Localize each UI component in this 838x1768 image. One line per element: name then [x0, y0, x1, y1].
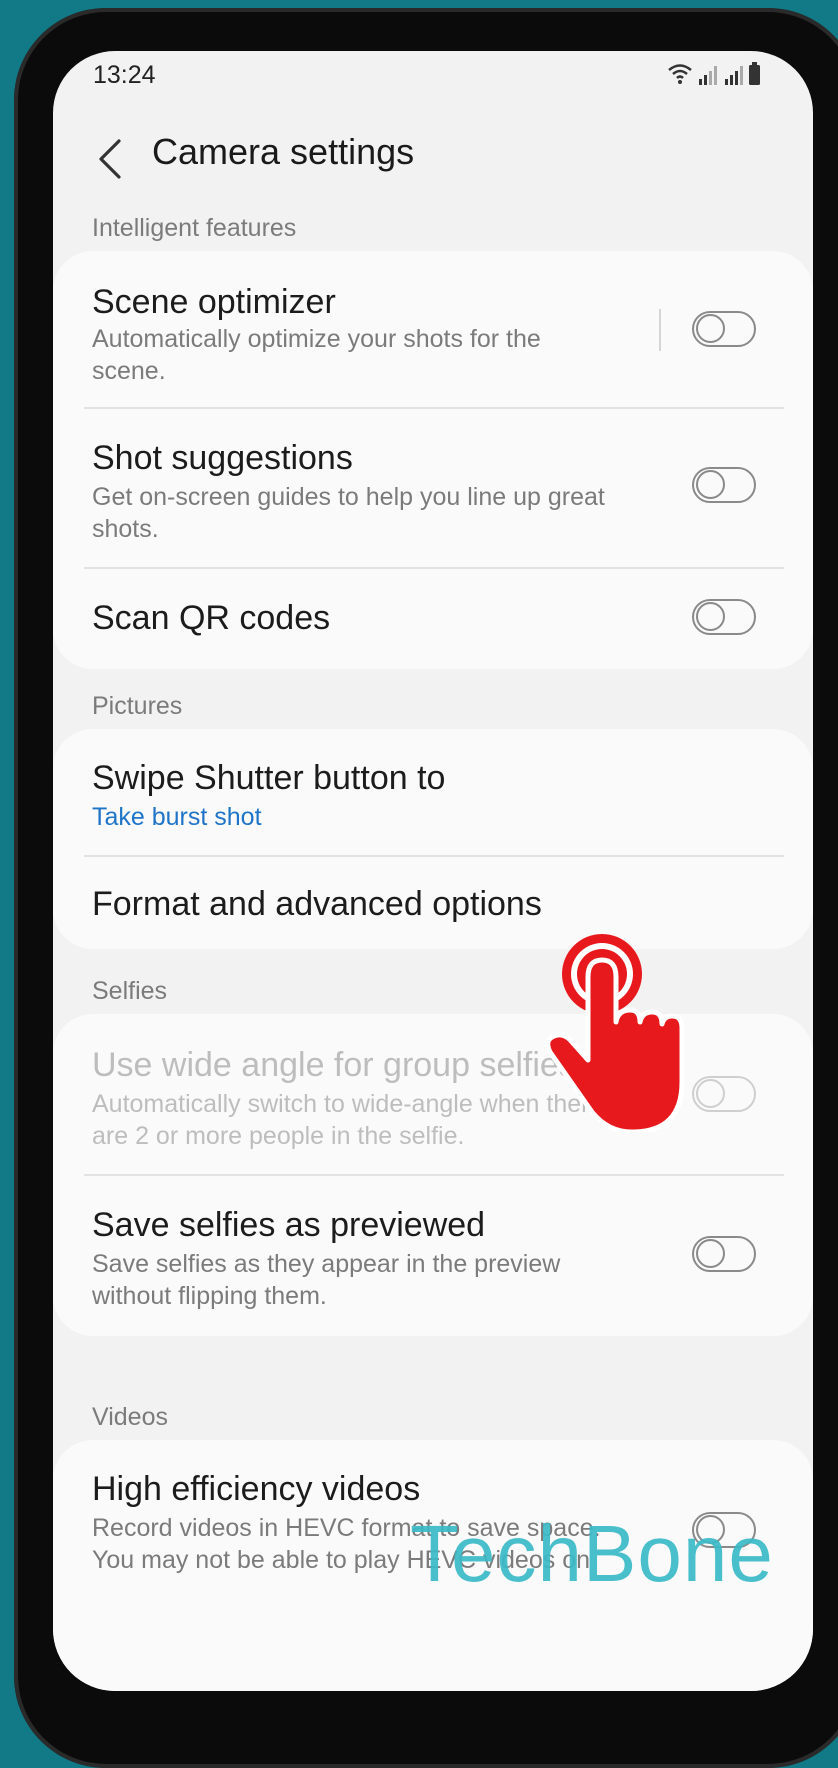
setting-title: High efficiency videos: [92, 1470, 421, 1508]
setting-subtitle: Get on-screen guides to help you line up…: [92, 483, 605, 543]
setting-scan-qr-codes[interactable]: Scan QR codes: [53, 569, 813, 669]
setting-format-advanced[interactable]: Format and advanced options: [53, 857, 813, 949]
status-time: 13:24: [93, 61, 156, 89]
section-label-intelligent-features: Intelligent features: [92, 214, 297, 242]
watermark: TechBone: [410, 1509, 774, 1598]
signal-icon: [699, 66, 717, 85]
setting-title: Format and advanced options: [92, 885, 542, 923]
section-label-videos: Videos: [92, 1403, 168, 1431]
setting-scene-optimizer[interactable]: Scene optimizer Automatically optimize y…: [53, 251, 813, 407]
scan-qr-codes-toggle[interactable]: [692, 599, 756, 635]
setting-shot-suggestions[interactable]: Shot suggestions Get on-screen guides to…: [53, 409, 813, 567]
setting-title: Use wide angle for group selfies: [92, 1046, 576, 1084]
back-button[interactable]: [93, 135, 129, 183]
status-icons: [667, 61, 767, 92]
wide-angle-toggle[interactable]: [692, 1076, 756, 1112]
toggle-knob: [696, 1239, 725, 1268]
divider-vertical: [659, 309, 661, 351]
status-bar: 13:24: [93, 55, 773, 105]
setting-title: Save selfies as previewed: [92, 1206, 486, 1244]
signal-icon: [725, 66, 743, 85]
screen: 13:24 Camera settings Intelligent featur…: [53, 51, 813, 1691]
app-bar: Camera settings: [53, 111, 813, 211]
section-label-pictures: Pictures: [92, 692, 183, 720]
section-label-selfies: Selfies: [92, 977, 168, 1005]
toggle-knob: [696, 470, 725, 499]
setting-title: Scene optimizer: [92, 283, 336, 321]
setting-subtitle: Save selfies as they appear in the previ…: [92, 1250, 561, 1310]
shot-suggestions-toggle[interactable]: [692, 467, 756, 503]
setting-title: Scan QR codes: [92, 599, 331, 637]
scene-optimizer-toggle[interactable]: [692, 311, 756, 347]
wifi-icon: [668, 64, 692, 79]
toggle-knob: [696, 1079, 725, 1108]
setting-swipe-shutter[interactable]: Swipe Shutter button to Take burst shot: [53, 729, 813, 855]
toggle-knob: [696, 602, 725, 631]
setting-subtitle: Automatically switch to wide-angle when …: [92, 1090, 604, 1150]
setting-save-selfies-as-previewed[interactable]: Save selfies as previewed Save selfies a…: [53, 1176, 813, 1336]
setting-subtitle: Automatically optimize your shots for th…: [92, 325, 541, 385]
page-title: Camera settings: [152, 131, 415, 172]
setting-wide-angle-group-selfies[interactable]: Use wide angle for group selfies Automat…: [53, 1014, 813, 1174]
battery-icon: [749, 62, 760, 85]
setting-value: Take burst shot: [92, 803, 262, 831]
setting-title: Shot suggestions: [92, 439, 353, 477]
card-selfies: Use wide angle for group selfies Automat…: [53, 1014, 813, 1336]
card-intelligent-features: Scene optimizer Automatically optimize y…: [53, 251, 813, 669]
tap-hand-icon: [545, 934, 685, 1132]
chevron-left-icon: [99, 139, 121, 179]
save-selfies-toggle[interactable]: [692, 1236, 756, 1272]
card-pictures: Swipe Shutter button to Take burst shot …: [53, 729, 813, 949]
toggle-knob: [696, 314, 725, 343]
setting-title: Swipe Shutter button to: [92, 759, 446, 797]
